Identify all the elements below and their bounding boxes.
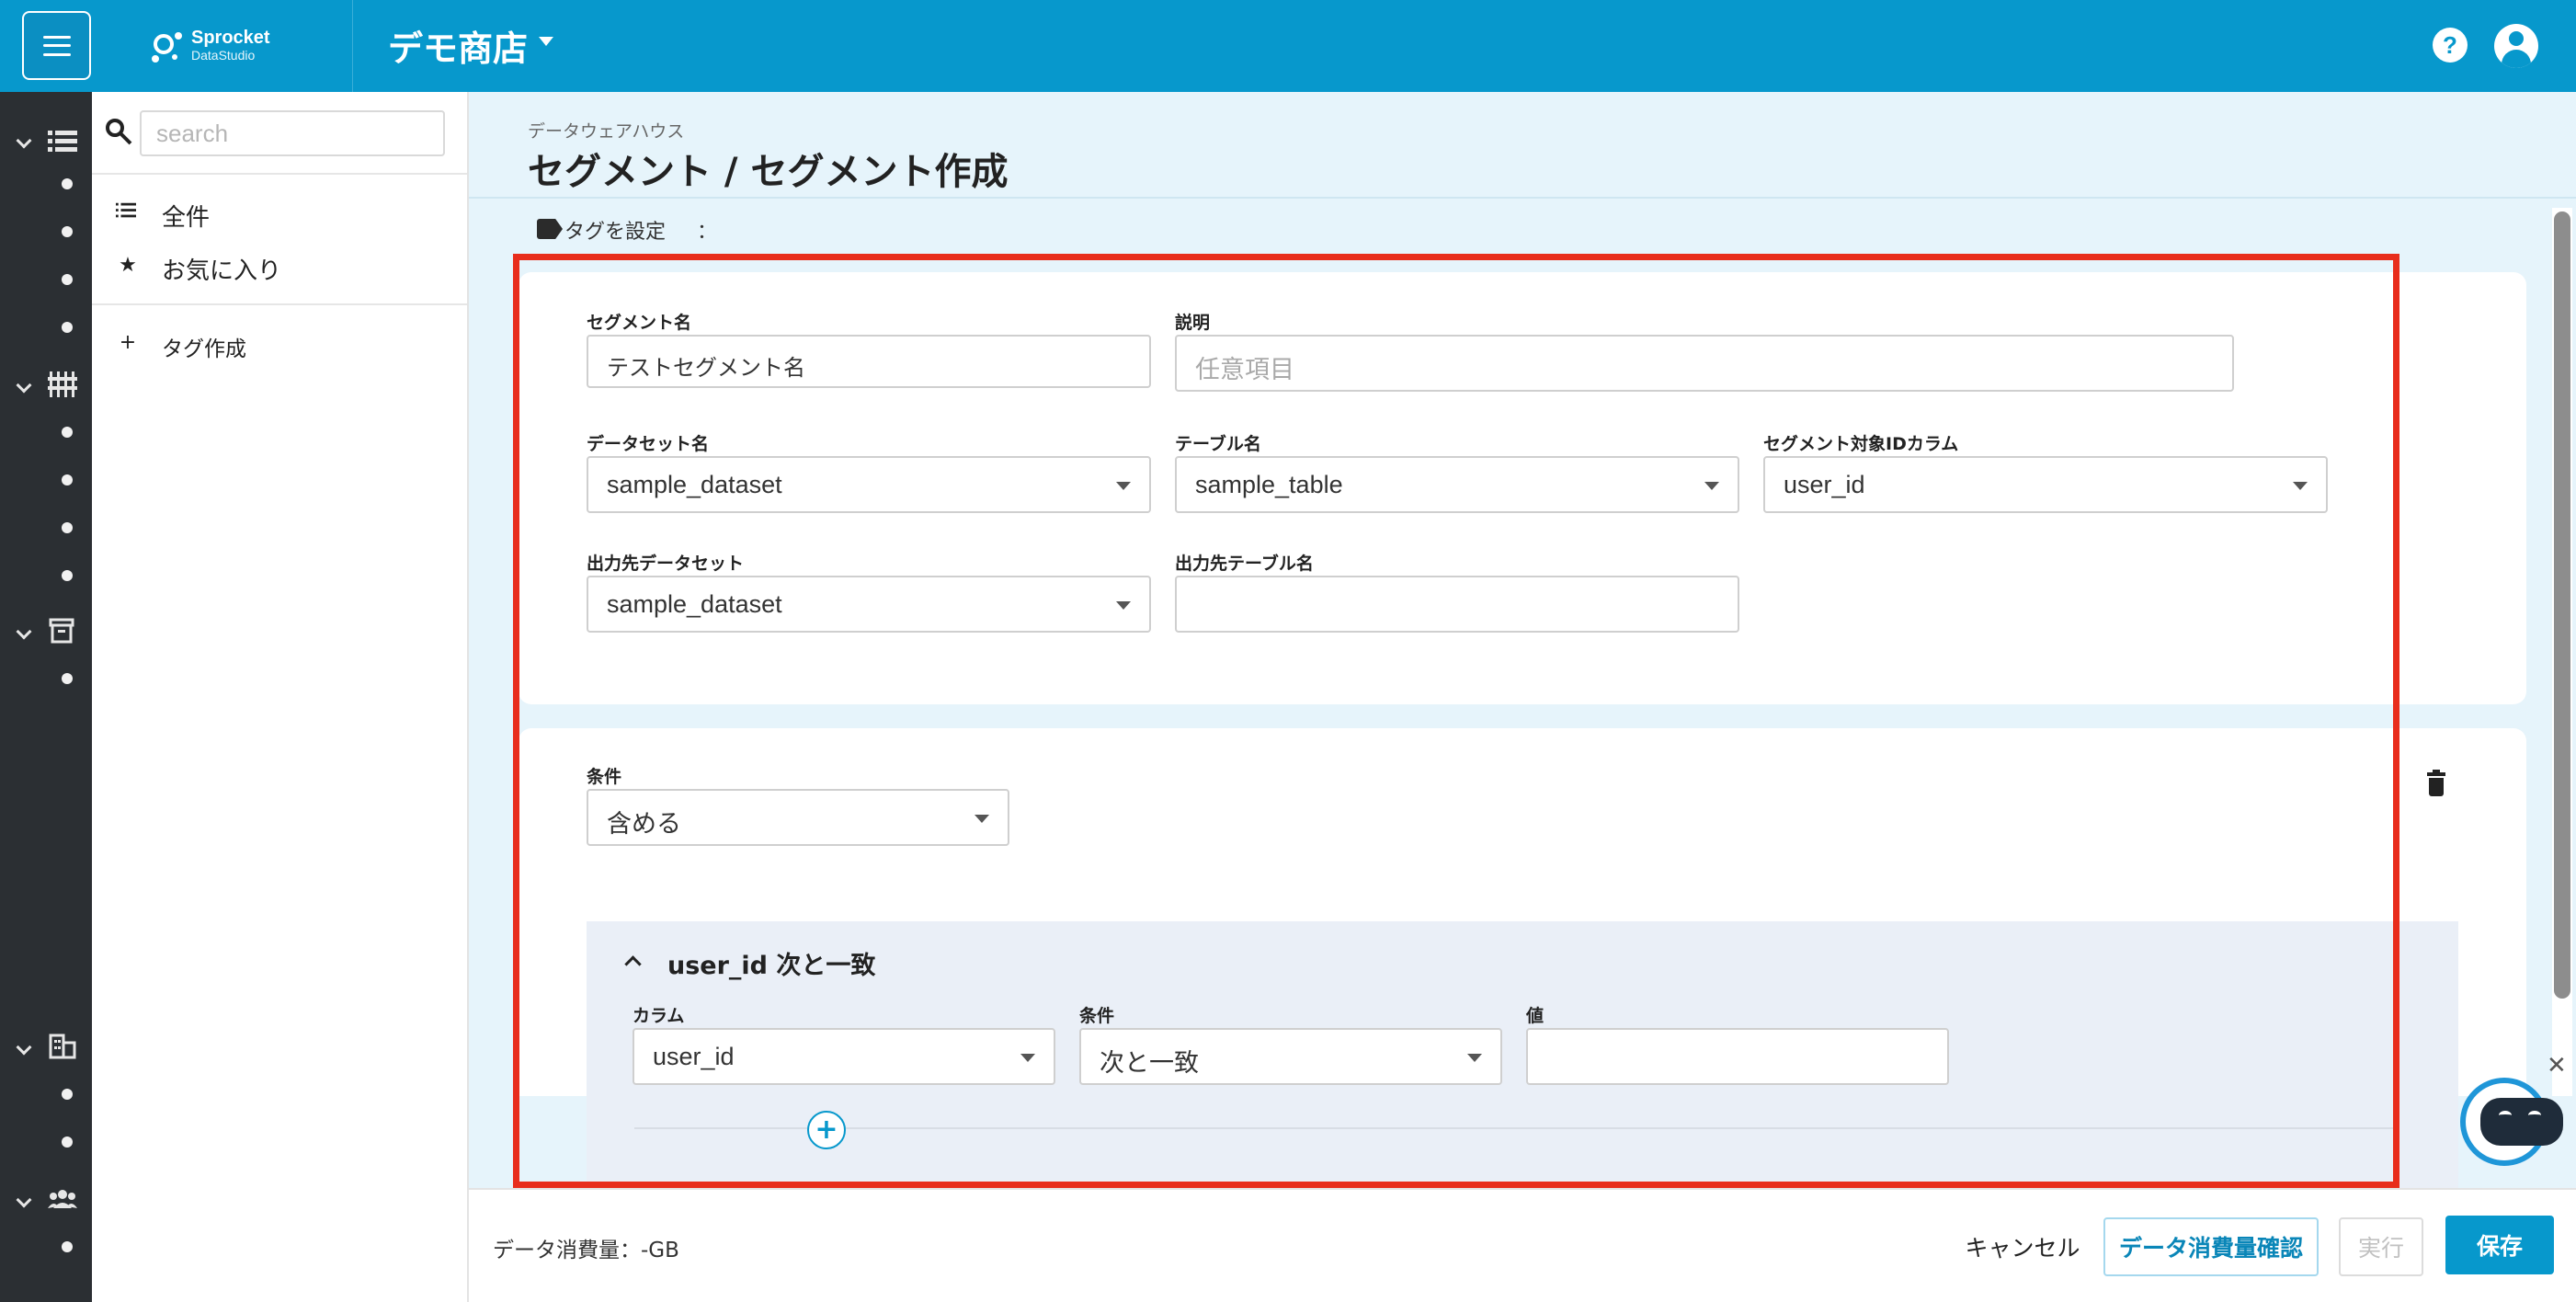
shop-selector[interactable]: デモ商店	[388, 20, 528, 71]
sidebar-item-favorites[interactable]: ★ お気に入り	[92, 245, 467, 289]
close-icon[interactable]: ✕	[2547, 1052, 2567, 1079]
sidebar-divider	[92, 303, 467, 305]
plus-icon: +	[119, 331, 137, 354]
list-icon	[116, 202, 136, 218]
chevron-down-icon[interactable]	[17, 625, 31, 640]
save-button[interactable]: 保存	[2445, 1216, 2554, 1274]
nav-dot[interactable]	[62, 1089, 73, 1100]
search-input[interactable]	[140, 110, 445, 156]
robot-eye	[2499, 1111, 2512, 1120]
caret-down-icon[interactable]	[539, 37, 553, 46]
run-button[interactable]: 実行	[2339, 1217, 2423, 1276]
nav-dot[interactable]	[62, 522, 73, 533]
nav-dot[interactable]	[62, 673, 73, 684]
breadcrumb[interactable]: データウェアハウス	[528, 118, 684, 143]
menu-icon	[42, 35, 71, 56]
cancel-button[interactable]: キャンセル	[1940, 1217, 2105, 1276]
robot-eye	[2528, 1111, 2541, 1120]
search-icon	[106, 119, 132, 145]
chevron-down-icon[interactable]	[17, 1194, 31, 1208]
scrollbar-thumb[interactable]	[2554, 211, 2570, 999]
star-icon: ★	[119, 254, 137, 277]
robot-icon	[2480, 1098, 2563, 1146]
sidebar-item-label: タグ作成	[162, 337, 246, 361]
people-icon[interactable]	[48, 1186, 77, 1212]
highlight-frame	[513, 254, 2399, 1188]
hamburger-menu-button[interactable]	[22, 11, 91, 80]
nav-dot[interactable]	[62, 1241, 73, 1252]
chevron-down-icon[interactable]	[17, 134, 31, 149]
help-icon[interactable]: ?	[2433, 28, 2468, 63]
nav-dot[interactable]	[62, 427, 73, 438]
sidebar-item-label: 全件	[162, 204, 211, 232]
pipeline-icon[interactable]	[48, 371, 77, 397]
nav-dot[interactable]	[62, 570, 73, 581]
tag-icon	[537, 219, 563, 239]
nav-dot[interactable]	[62, 226, 73, 237]
app-logo[interactable]: Sprocket DataStudio	[149, 24, 287, 68]
data-usage-text: データ消費量：-GB	[493, 1239, 679, 1262]
nav-dot[interactable]	[62, 322, 73, 333]
page-title: セグメント / セグメント作成	[528, 151, 1009, 193]
sidebar-item-all[interactable]: 全件	[92, 191, 467, 235]
delete-icon[interactable]	[2427, 770, 2445, 796]
account-icon[interactable]	[2494, 24, 2538, 68]
main-content: データウェアハウス セグメント / セグメント作成 タグを設定 ： セグメント名…	[469, 92, 2576, 1188]
tag-setting-colon: ：	[697, 221, 718, 244]
chevron-down-icon[interactable]	[17, 379, 31, 394]
check-usage-button[interactable]: データ消費量確認	[2103, 1217, 2319, 1276]
chevron-down-icon[interactable]	[17, 1041, 31, 1056]
nav-dot[interactable]	[62, 1136, 73, 1148]
archive-icon[interactable]	[48, 618, 77, 644]
action-footer: データ消費量：-GB キャンセル データ消費量確認 実行 保存	[469, 1188, 2576, 1302]
navigation-rail	[0, 92, 92, 1302]
building-icon[interactable]	[48, 1034, 77, 1059]
top-app-bar: Sprocket DataStudio デモ商店 ?	[0, 0, 2576, 92]
logo-name: Sprocket	[191, 28, 270, 48]
nav-dot[interactable]	[62, 274, 73, 285]
logo-subtitle: DataStudio	[191, 48, 256, 63]
nav-dot[interactable]	[62, 474, 73, 485]
topbar-divider	[352, 0, 353, 92]
nav-dot[interactable]	[62, 178, 73, 189]
sprocket-logo-icon	[152, 32, 182, 63]
sidebar-item-create-tag[interactable]: + タグ作成	[92, 322, 467, 366]
header-divider	[469, 197, 2576, 199]
chatbot-widget[interactable]: ✕	[2455, 1050, 2567, 1166]
sidebar-item-label: お気に入り	[162, 257, 282, 285]
tag-setting-label: タグを設定	[564, 221, 667, 244]
storage-icon[interactable]	[48, 129, 77, 154]
sidebar-divider	[92, 173, 467, 175]
tag-sidebar: 全件 ★ お気に入り + タグ作成	[92, 92, 469, 1302]
